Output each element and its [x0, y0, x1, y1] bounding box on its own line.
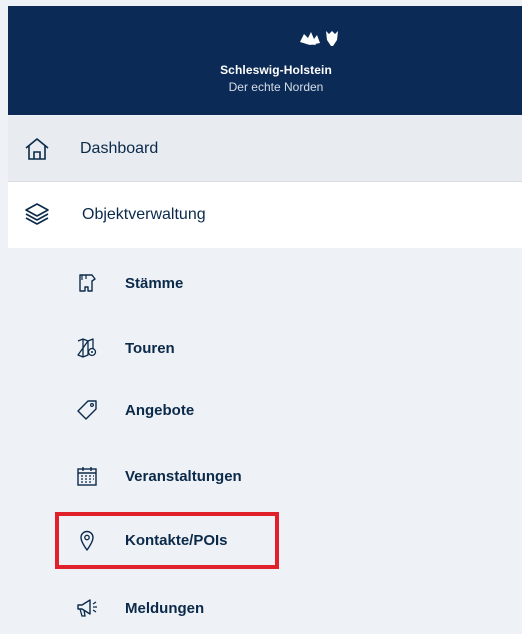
app-header: Schleswig-Holstein Der echte Norden — [8, 6, 522, 115]
subnav-label: Veranstaltungen — [125, 467, 242, 485]
subnav-item-staemme[interactable]: Stämme — [8, 263, 522, 303]
nav-item-dashboard[interactable]: Dashboard — [8, 116, 522, 182]
subnav-label: Angebote — [125, 401, 195, 419]
nav-label-objektverwaltung: Objektverwaltung — [82, 206, 206, 223]
home-icon — [24, 136, 50, 162]
logo-tagline: Der echte Norden — [228, 80, 324, 94]
subnav-item-veranstaltungen[interactable]: Veranstaltungen — [8, 456, 522, 496]
layers-icon — [24, 200, 50, 226]
subnav-label: Touren — [125, 339, 175, 357]
highlight-box — [55, 512, 279, 569]
subnav-item-meldungen[interactable]: Meldungen — [8, 588, 522, 628]
subnav-item-angebote[interactable]: Angebote — [8, 390, 522, 430]
calendar-icon — [76, 465, 98, 487]
nav-label-dashboard: Dashboard — [80, 139, 159, 157]
tag-icon — [76, 399, 98, 421]
megaphone-icon — [76, 597, 98, 619]
lion-heraldry-icon — [298, 28, 348, 48]
logo-name: Schleswig-Holstein — [220, 63, 332, 77]
map-pin-icon — [76, 337, 98, 359]
subnav-item-touren[interactable]: Touren — [8, 328, 522, 368]
subnav-label: Meldungen — [125, 599, 205, 617]
nav-item-objektverwaltung[interactable]: Objektverwaltung — [8, 182, 522, 248]
stump-icon — [76, 272, 98, 294]
subnav-label: Stämme — [125, 274, 184, 292]
